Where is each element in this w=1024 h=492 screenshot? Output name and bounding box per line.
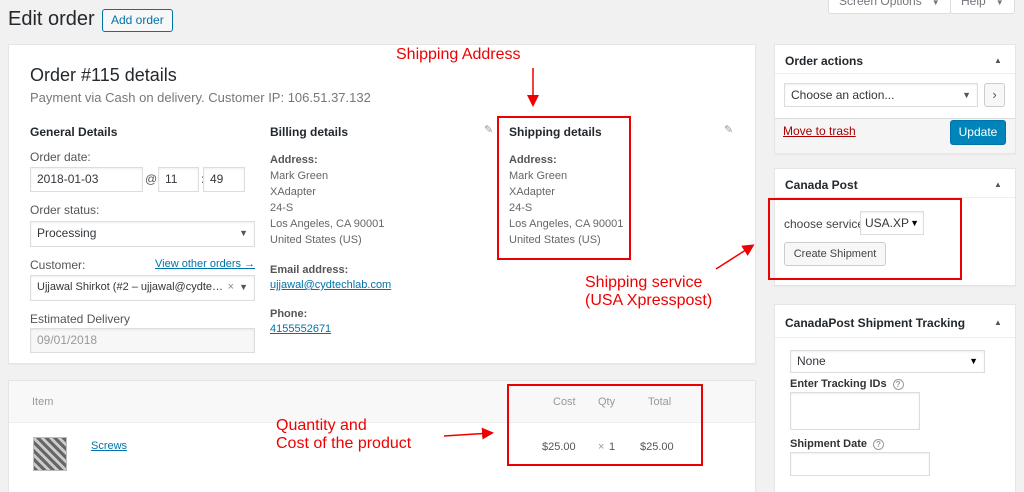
billing-address-line: Mark Green: [270, 170, 329, 182]
collapse-caret-icon[interactable]: ▲: [994, 180, 1002, 189]
estimated-delivery-label: Estimated Delivery: [30, 312, 131, 326]
general-details-heading: General Details: [30, 125, 118, 139]
order-action-value: Choose an action...: [791, 88, 895, 102]
shipping-address-line: Los Angeles, CA 90001: [509, 218, 624, 230]
order-status-value: Processing: [37, 226, 97, 240]
billing-phone-label: Phone:: [270, 308, 308, 320]
collapse-caret-icon[interactable]: ▲: [994, 318, 1002, 327]
billing-phone-link[interactable]: 4155552671: [270, 323, 331, 335]
shipping-details-heading: Shipping details: [509, 125, 602, 139]
annotation-line: (USA Xpresspost): [585, 292, 713, 309]
shipping-address-line: Mark Green: [509, 170, 568, 182]
order-date-input[interactable]: 2018-01-03: [30, 167, 143, 192]
canada-post-heading: Canada Post: [785, 178, 858, 192]
shipping-address: Mark Green XAdapter 24-S Los Angeles, CA…: [509, 168, 623, 248]
screen-options-tab[interactable]: Screen Options ▼: [828, 0, 951, 14]
billing-address-line: Los Angeles, CA 90001: [270, 218, 385, 230]
cost-qty-highlight-box: [507, 384, 703, 466]
shipment-date-label-row: Shipment Date?: [790, 438, 885, 450]
collapse-caret-icon[interactable]: ▲: [994, 56, 1002, 65]
order-date-label: Order date:: [30, 150, 91, 164]
order-actions-heading: Order actions: [785, 54, 864, 68]
product-name-link[interactable]: Screws: [91, 440, 127, 452]
order-hour-input[interactable]: 11: [158, 167, 199, 192]
order-status-label: Order status:: [30, 203, 100, 217]
service-value: USA.XP: [865, 216, 910, 230]
billing-address-line: United States (US): [270, 234, 362, 246]
customer-label: Customer:: [30, 258, 86, 272]
chevron-down-icon: ▼: [962, 90, 971, 100]
customer-value: Ujjawal Shirkot (#2 – ujjawal@cydte…: [37, 281, 224, 293]
shipping-address-line: XAdapter: [509, 186, 555, 198]
shipping-address-label: Address:: [509, 154, 557, 166]
chevron-down-icon: ▼: [969, 356, 978, 366]
service-select[interactable]: USA.XP ▼: [860, 211, 924, 235]
billing-address: Mark Green XAdapter 24-S Los Angeles, CA…: [270, 168, 384, 248]
screen-options-label: Screen Options: [839, 0, 922, 8]
create-shipment-button[interactable]: Create Shipment: [784, 242, 886, 266]
edit-shipping-pencil-icon[interactable]: ✎: [724, 123, 733, 136]
billing-address-label: Address:: [270, 154, 318, 166]
move-to-trash-link[interactable]: Move to trash: [783, 124, 856, 138]
tracking-ids-label: Enter Tracking IDs: [790, 378, 887, 390]
view-other-orders-link[interactable]: View other orders →: [155, 258, 255, 270]
shipping-address-line: United States (US): [509, 234, 601, 246]
divider: [775, 73, 1015, 74]
billing-email-label: Email address:: [270, 264, 349, 276]
customer-select[interactable]: Ujjawal Shirkot (#2 – ujjawal@cydte… × ▼: [30, 275, 255, 301]
annotation-qty-cost: Quantity and Cost of the product: [276, 417, 411, 453]
carrier-value: None: [797, 354, 826, 368]
col-item-header: Item: [32, 396, 54, 408]
billing-details-heading: Billing details: [270, 125, 349, 139]
chevron-down-icon: ▼: [910, 218, 919, 228]
annotation-line: Quantity and: [276, 417, 367, 434]
help-icon[interactable]: ?: [873, 438, 885, 450]
chevron-down-icon: ▼: [239, 282, 248, 292]
apply-action-button[interactable]: ›: [984, 83, 1005, 107]
divider: [775, 337, 1015, 338]
carrier-select[interactable]: None ▼: [790, 350, 985, 373]
shipping-address-line: 24-S: [509, 202, 533, 214]
shipment-date-label: Shipment Date: [790, 438, 868, 450]
update-button[interactable]: Update: [950, 120, 1006, 145]
choose-service-label: choose service:: [784, 217, 868, 231]
add-order-button[interactable]: Add order: [102, 9, 173, 32]
help-icon[interactable]: ?: [892, 378, 904, 390]
help-label: Help: [961, 0, 986, 8]
tracking-heading: CanadaPost Shipment Tracking: [785, 316, 966, 330]
annotation-shipping-address: Shipping Address: [396, 46, 521, 63]
order-subtitle: Payment via Cash on delivery. Customer I…: [30, 90, 371, 105]
chevron-down-icon: ▼: [239, 228, 248, 238]
caret-down-icon: ▼: [931, 0, 940, 7]
annotation-line: Shipping service: [585, 274, 703, 291]
billing-address-line: XAdapter: [270, 186, 316, 198]
order-minute-input[interactable]: 49: [203, 167, 245, 192]
billing-email-link[interactable]: ujjawal@cydtechlab.com: [270, 279, 391, 291]
annotation-shipping-service: Shipping service (USA Xpresspost): [585, 274, 712, 310]
product-thumbnail[interactable]: [33, 437, 67, 471]
order-title: Order #115 details: [30, 65, 177, 85]
tracking-ids-label-row: Enter Tracking IDs?: [790, 378, 904, 390]
tracking-ids-textarea[interactable]: [790, 392, 920, 430]
order-action-select[interactable]: Choose an action... ▼: [784, 83, 978, 107]
clear-icon[interactable]: ×: [228, 276, 234, 299]
shipment-date-input[interactable]: [790, 452, 930, 476]
order-status-select[interactable]: Processing ▼: [30, 221, 255, 247]
edit-billing-pencil-icon[interactable]: ✎: [484, 123, 493, 136]
at-symbol: @: [145, 172, 158, 186]
page-title: Edit order: [8, 8, 95, 30]
caret-down-icon: ▼: [995, 0, 1004, 7]
annotation-line: Cost of the product: [276, 435, 412, 452]
billing-address-line: 24-S: [270, 202, 294, 214]
estimated-delivery-input[interactable]: 09/01/2018: [30, 328, 255, 353]
help-tab[interactable]: Help ▼: [950, 0, 1015, 14]
